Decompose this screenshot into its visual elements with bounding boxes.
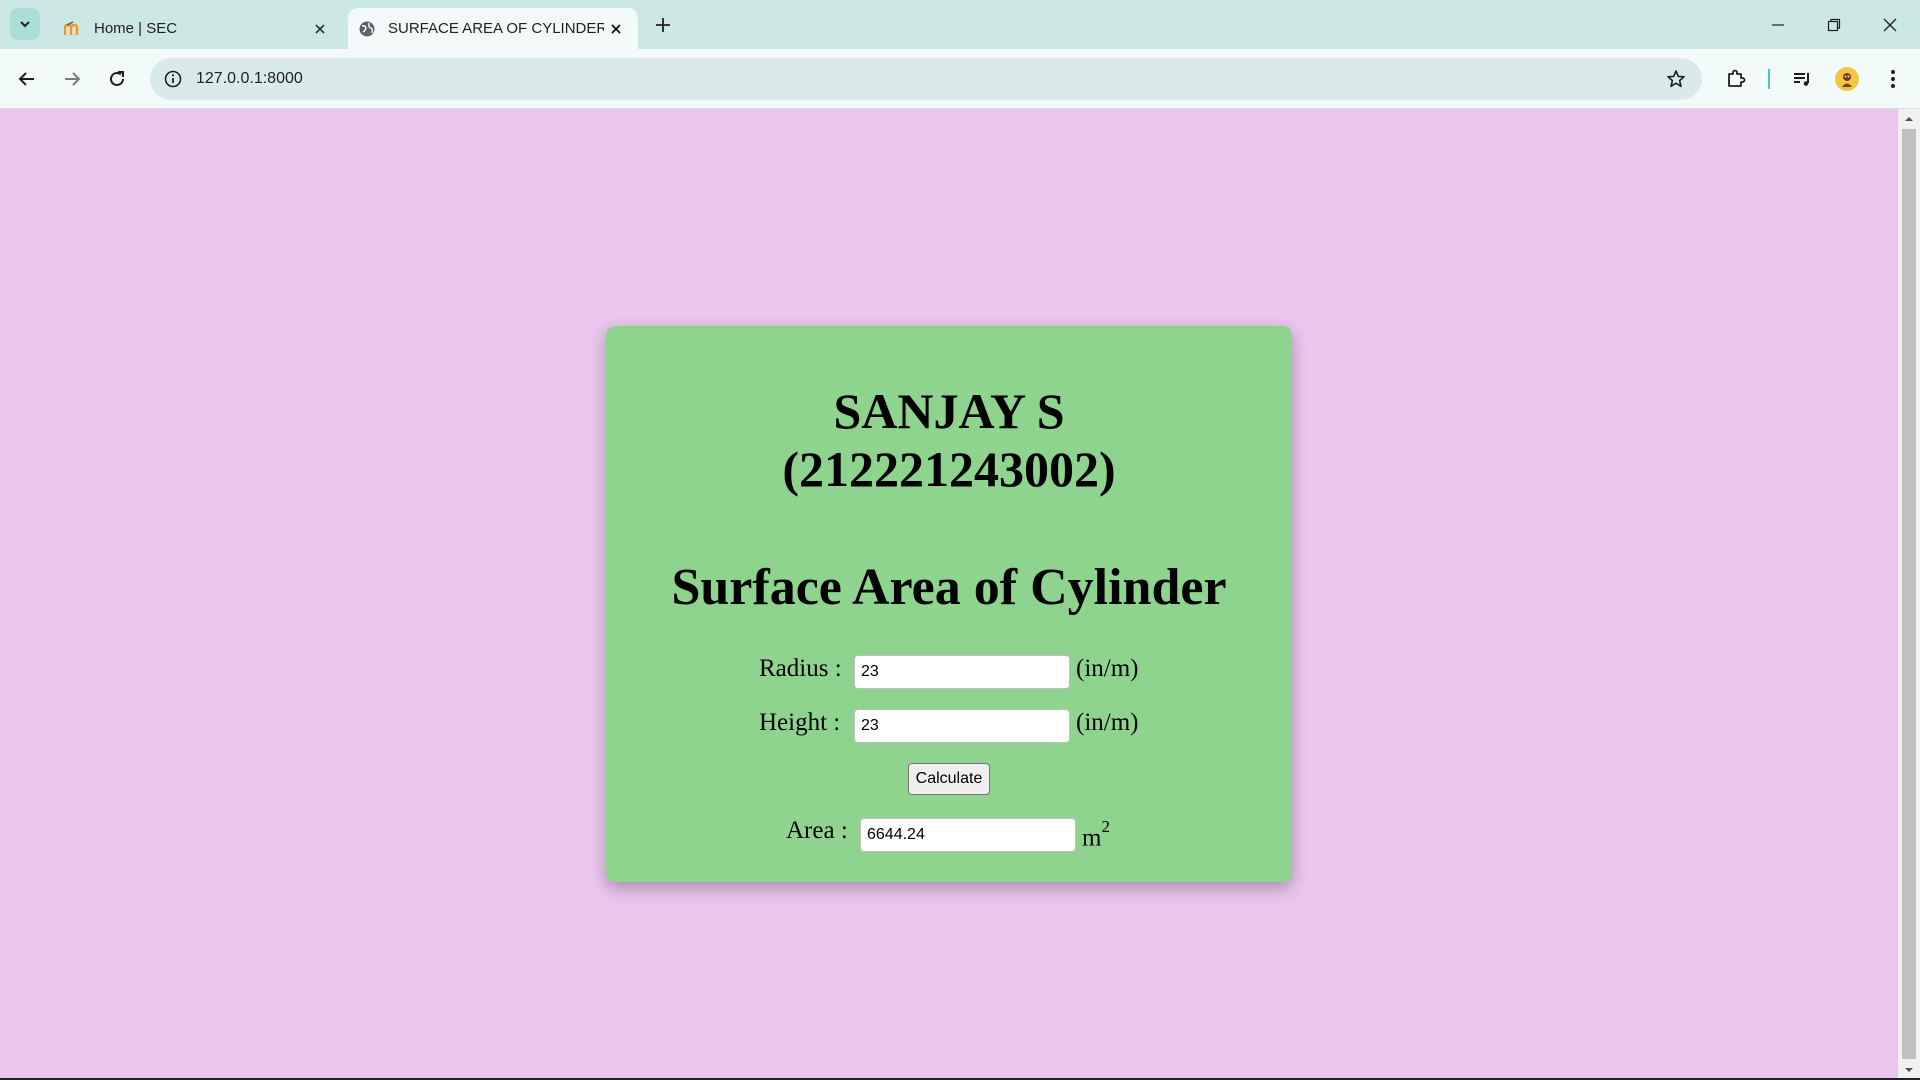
restore-icon (1827, 18, 1841, 31)
radius-unit: (in/m) (1076, 655, 1139, 682)
moodle-icon (64, 20, 82, 38)
media-control-button[interactable] (1786, 63, 1818, 95)
area-unit-exponent: 2 (1101, 817, 1110, 836)
area-label: Area : (786, 817, 848, 844)
puzzle-icon (1728, 69, 1746, 87)
media-queue-icon (1794, 73, 1809, 86)
address-bar[interactable]: 127.0.0.1:8000 (150, 58, 1702, 100)
tab-home-sec[interactable]: Home | SEC (52, 8, 342, 49)
scroll-thumb[interactable] (1902, 129, 1916, 1059)
avatar-icon (1835, 67, 1859, 91)
extensions-button[interactable] (1720, 63, 1752, 95)
calculate-button[interactable]: Calculate (908, 763, 990, 795)
student-name: SANJAY S (833, 383, 1065, 439)
radius-label: Radius : (759, 655, 842, 682)
tab-title: Home | SEC (94, 20, 178, 37)
close-icon (1883, 18, 1897, 31)
area-output[interactable]: 6644.24 (860, 818, 1076, 852)
new-tab-button[interactable] (650, 12, 676, 38)
tab-surface-area[interactable]: SURFACE AREA OF CYLINDER (348, 8, 638, 49)
reload-icon (110, 71, 124, 86)
toolbar-divider (1768, 69, 1770, 89)
page-scrollbar[interactable] (1898, 109, 1920, 1080)
minimize-button[interactable] (1750, 0, 1806, 49)
scroll-up-arrow-icon[interactable] (1898, 111, 1920, 127)
close-tab-icon[interactable] (604, 17, 628, 41)
profile-avatar[interactable] (1831, 63, 1863, 95)
tab-strip: Home | SEC SURFACE AREA OF CYLINDER (0, 0, 1920, 49)
area-unit-base: m (1082, 824, 1102, 852)
page-title: Surface Area of Cylinder (671, 559, 1227, 616)
height-unit: (in/m) (1076, 709, 1139, 736)
area-unit: m2 (1082, 816, 1110, 853)
kebab-menu-icon (1891, 70, 1895, 88)
close-window-button[interactable] (1862, 0, 1918, 49)
back-button[interactable] (11, 63, 43, 95)
forward-button[interactable] (56, 63, 88, 95)
browser-menu-button[interactable] (1877, 63, 1909, 95)
bookmark-star-icon[interactable] (1660, 63, 1692, 95)
url-text[interactable]: 127.0.0.1:8000 (196, 70, 1660, 88)
tab-title: SURFACE AREA OF CYLINDER (388, 20, 604, 37)
tab-search-button[interactable] (10, 8, 40, 40)
chevron-down-icon (20, 21, 30, 28)
arrow-left-icon (18, 72, 34, 86)
radius-input[interactable]: 23 (854, 655, 1070, 689)
close-tab-icon[interactable] (308, 17, 332, 41)
browser-toolbar: 127.0.0.1:8000 (0, 49, 1920, 109)
site-info-icon[interactable] (162, 68, 184, 90)
plus-icon (656, 18, 670, 32)
arrow-right-icon (65, 72, 81, 86)
restore-button[interactable] (1806, 0, 1862, 49)
globe-icon (358, 20, 376, 38)
minimize-icon (1772, 23, 1784, 26)
height-label: Height : (759, 709, 841, 736)
reload-button[interactable] (101, 63, 133, 95)
calculator-card: SANJAY S (212221243002) Surface Area of … (606, 326, 1292, 882)
scroll-down-arrow-icon[interactable] (1898, 1062, 1920, 1078)
height-input[interactable]: 23 (854, 709, 1070, 743)
student-id: (212221243002) (782, 441, 1116, 497)
